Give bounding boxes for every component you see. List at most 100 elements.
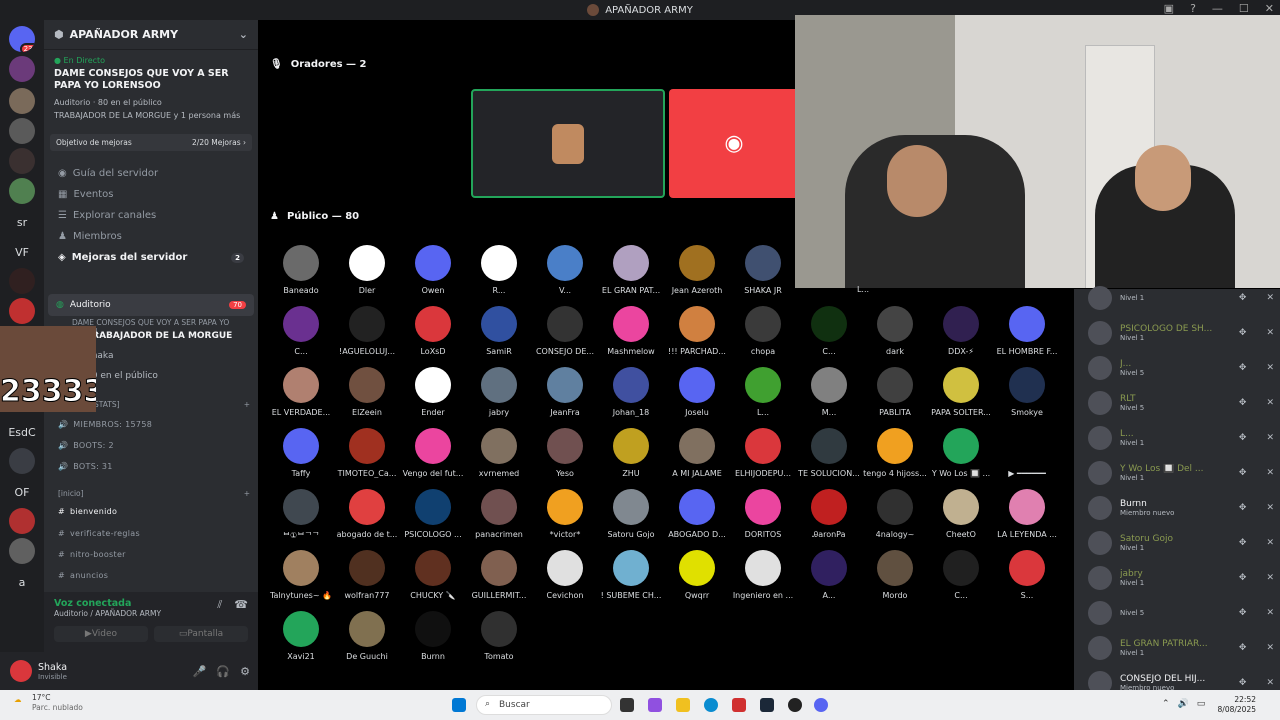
close-icon[interactable]: ✕ [1266,328,1274,338]
close-icon[interactable]: ✕ [1266,433,1274,443]
audience-member[interactable]: Satoru Gojo [598,489,664,539]
audience-member[interactable]: LoXsD [400,306,466,356]
move-icon[interactable]: ✥ [1239,573,1247,583]
audience-member[interactable]: L... [730,367,796,417]
server-abbrev[interactable]: OF [0,486,44,499]
audience-member[interactable]: Cevichon [532,550,598,600]
audience-member[interactable]: jabry [466,367,532,417]
category-inicio[interactable]: [inicio] + [54,489,250,498]
stat-channel[interactable]: 🔊 BOOTS: 2 [48,435,254,456]
audience-member[interactable]: Y Wo Los 🔲 ... [928,428,994,478]
screen-share-button[interactable]: ▭ Pantalla [154,626,248,642]
move-icon[interactable]: ✥ [1239,363,1247,373]
nav-browse-channels[interactable]: ☰ Explorar canales [44,205,258,226]
move-icon[interactable]: ✥ [1239,468,1247,478]
close-icon[interactable]: ✕ [1266,608,1274,618]
close-icon[interactable]: ✕ [1266,503,1274,513]
audience-member[interactable]: De Guuchi [334,611,400,661]
edge-icon[interactable] [704,698,718,712]
audience-member[interactable]: JeanFra [532,367,598,417]
audience-member[interactable]: wolfran777 [334,550,400,600]
move-icon[interactable]: ✥ [1239,433,1247,443]
audience-member[interactable]: ▶ ━━━━━━ [994,428,1060,478]
member-row[interactable]: EL GRAN PATRIAR... Nivel 1 ✥ ✕ [1088,633,1274,663]
audience-member[interactable]: !!! PARCHAD... [664,306,730,356]
audience-member[interactable]: GUILLERMIT... [466,550,532,600]
voice-location[interactable]: Auditorio / APAÑADOR ARMY [54,609,161,618]
audience-member[interactable]: tengo 4 hijoss... [862,428,928,478]
audience-member[interactable]: Yeso [532,428,598,478]
server-icon[interactable] [9,448,35,474]
copilot-icon[interactable] [648,698,662,712]
close-icon[interactable]: ✕ [1266,363,1274,373]
move-icon[interactable]: ✥ [1239,328,1247,338]
live-event-card[interactable]: ● En Directo DAME CONSEJOS QUE VOY A SER… [44,50,258,130]
help-icon[interactable]: ? [1190,2,1196,15]
close-icon[interactable]: ✕ [1266,678,1274,688]
audience-member[interactable]: CHUCKY 🔪 [400,550,466,600]
audience-member[interactable]: SamiR [466,306,532,356]
server-icon[interactable] [9,298,35,324]
audience-member[interactable]: dark [862,306,928,356]
microphone-icon[interactable]: 🎤 [193,665,207,678]
audience-member[interactable]: CONSEJO DE... [532,306,598,356]
audience-member[interactable]: chopa [730,306,796,356]
noise-suppression-icon[interactable]: ⫽ [217,598,222,618]
member-row[interactable]: jabry Nivel 1 ✥ ✕ [1088,563,1274,593]
audience-member[interactable]: ! SUBEME CH... [598,550,664,600]
headphones-icon[interactable]: 🎧 [216,665,230,678]
member-row[interactable]: RLT Nivel 5 ✥ ✕ [1088,388,1274,418]
member-row[interactable]: Nivel 5 ✥ ✕ [1088,598,1274,628]
audience-member[interactable]: EL HOMBRE F... [994,306,1060,356]
audience-member[interactable]: Smokye [994,367,1060,417]
audience-member[interactable]: Vengo del fut... [400,428,466,478]
audience-member[interactable]: xvrnemed [466,428,532,478]
member-row[interactable]: PSICOLOGO DE SH... Nivel 1 ✥ ✕ [1088,318,1274,348]
member-row[interactable]: Burnn Miembro nuevo ✥ ✕ [1088,493,1274,523]
audience-member[interactable]: Joselu [664,367,730,417]
audience-member[interactable]: ZHU [598,428,664,478]
member-row[interactable]: L... Nivel 1 ✥ ✕ [1088,423,1274,453]
stat-channel[interactable]: 🔊 BOTS: 31 [48,456,254,477]
audience-member[interactable]: A MI JALAME [664,428,730,478]
audience-member[interactable]: TE SOLUCION... [796,428,862,478]
close-icon[interactable]: ✕ [1266,398,1274,408]
member-row[interactable]: Y Wo Los 🔲 Del ... Nivel 1 ✥ ✕ [1088,458,1274,488]
gear-icon[interactable]: ⚙ [240,665,250,678]
speaker-tile[interactable]: ◉ [669,89,799,198]
close-icon[interactable]: ✕ [1266,468,1274,478]
disconnect-icon[interactable]: ☎ [234,598,248,618]
audience-member[interactable]: ABOGADO D... [664,489,730,539]
app-icon[interactable] [732,698,746,712]
audience-member[interactable]: Tomato [466,611,532,661]
inbox-icon[interactable]: ▣ [1164,2,1174,15]
audience-member[interactable]: Ender [400,367,466,417]
audience-member[interactable]: C... [268,306,334,356]
audience-member[interactable]: CheetO [928,489,994,539]
audience-member[interactable]: EL VERDADE... [268,367,334,417]
server-abbrev[interactable]: sr [0,216,44,229]
maximize-button[interactable]: ☐ [1239,2,1249,15]
move-icon[interactable]: ✥ [1239,293,1247,303]
close-icon[interactable]: ✕ [1266,573,1274,583]
nav-events[interactable]: ▦ Eventos [44,184,258,205]
member-row[interactable]: Nivel 1 ✥ ✕ [1088,283,1274,313]
server-abbrev[interactable]: EsdC [0,426,44,439]
app-icon[interactable] [788,698,802,712]
minimize-button[interactable]: — [1212,2,1223,15]
audience-member[interactable]: Johan_18 [598,367,664,417]
audience-member[interactable]: PAPA SOLTER... [928,367,994,417]
audience-member[interactable]: Mashmelow [598,306,664,356]
windows-start-icon[interactable] [452,698,466,712]
member-row[interactable]: Satoru Gojo Nivel 1 ✥ ✕ [1088,528,1274,558]
close-icon[interactable]: ✕ [1266,293,1274,303]
text-channel[interactable]: # nitro-booster [48,544,254,565]
add-channel-icon[interactable]: + [244,489,250,498]
task-view-icon[interactable] [620,698,634,712]
audience-member[interactable]: Xavi21 [268,611,334,661]
audience-member[interactable]: C... [796,306,862,356]
move-icon[interactable]: ✥ [1239,643,1247,653]
audience-member[interactable]: S... [994,550,1060,600]
video-button[interactable]: ▶ Video [54,626,148,642]
move-icon[interactable]: ✥ [1239,398,1247,408]
